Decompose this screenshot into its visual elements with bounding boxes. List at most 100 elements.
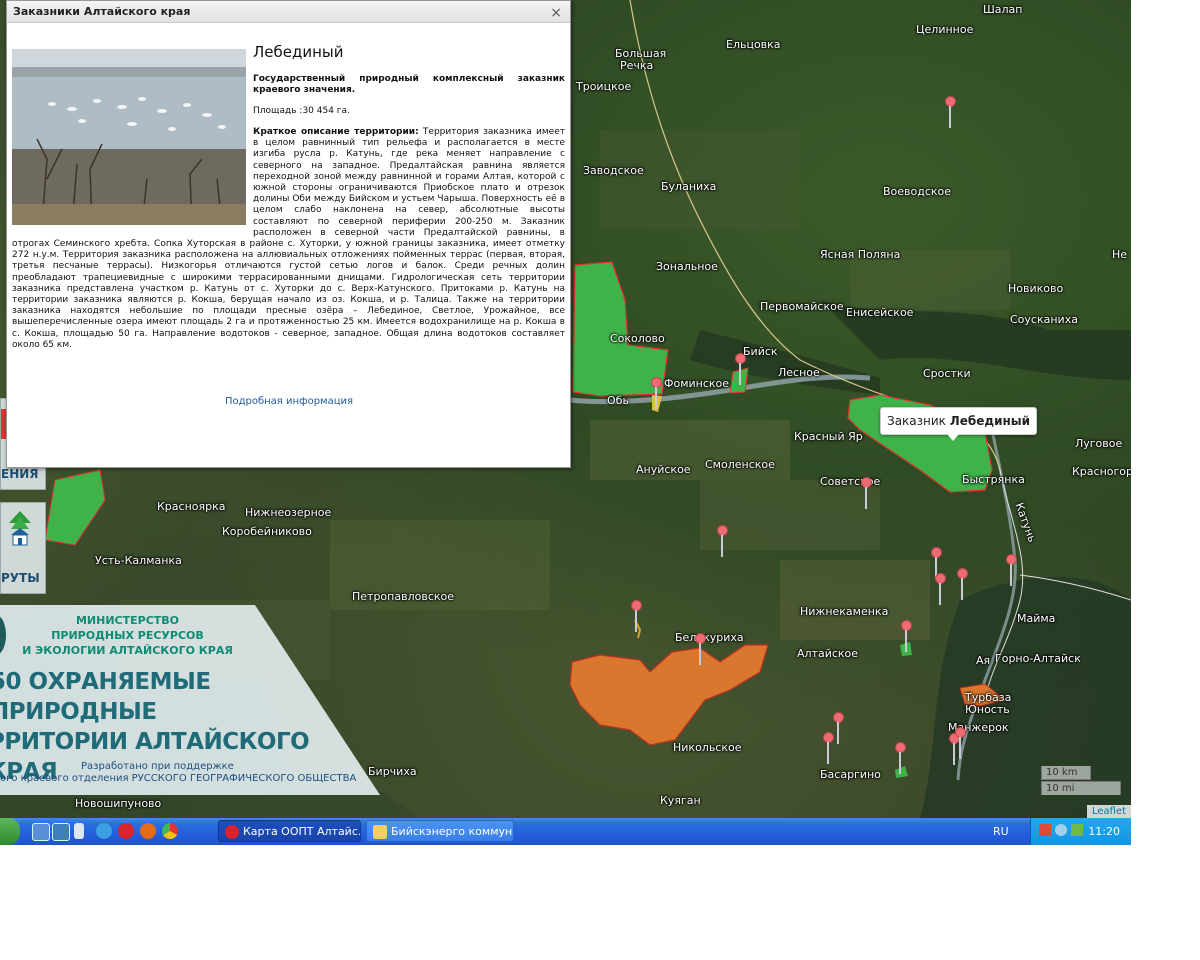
place-label: Горно-Алтайск: [995, 652, 1081, 665]
reserve-area: [572, 261, 669, 397]
routes-label: РУТЫ: [1, 571, 40, 585]
firefox-icon[interactable]: [140, 823, 156, 839]
place-label: Бийск: [743, 345, 778, 358]
reserve-description: Краткое описание территории: Территория …: [12, 127, 565, 351]
ministry-line: МИНИСТЕРСТВО ПРИРОДНЫХ РЕСУРСОВ И ЭКОЛОГ…: [22, 614, 233, 657]
more-info-link[interactable]: Подробная информация: [7, 396, 571, 407]
place-label: Лесное: [778, 366, 820, 379]
place-label: Смоленское: [705, 458, 775, 471]
banner-heading-line1: 50 ОХРАНЯЕМЫЕ ПРИРОДНЫЕ: [0, 669, 211, 725]
place-label: Воеводское: [883, 185, 952, 198]
place-label: Первомайское: [760, 300, 844, 313]
place-label: Нижнеозерное: [245, 506, 332, 519]
chrome-icon[interactable]: [162, 823, 178, 839]
place-label: Петропавловское: [352, 590, 455, 603]
network-icon[interactable]: [96, 823, 112, 839]
place-label: Целинное: [916, 23, 974, 36]
map-marker[interactable]: [954, 568, 970, 602]
scale-mi: 10 mi: [1041, 781, 1121, 795]
task-opera-map[interactable]: Карта ООПТ Алтайс...: [218, 820, 361, 842]
place-label: Енисейское: [846, 306, 914, 319]
banner-support-line2: ого краевого отделения РУССКОГО ГЕОГРАФИ…: [0, 773, 357, 784]
system-tray: 11:20: [1030, 818, 1131, 845]
scale-km: 10 km: [1041, 766, 1091, 780]
map-marker[interactable]: [942, 96, 958, 130]
place-label: Белокуриха: [675, 631, 744, 644]
place-label: Красноярка: [157, 500, 226, 513]
place-label: Майма: [1017, 612, 1056, 625]
place-label: Шалап: [983, 3, 1023, 16]
place-label: Новошипуново: [75, 797, 162, 810]
explorer-icon[interactable]: [52, 823, 70, 841]
tray-app-icon[interactable]: [1039, 824, 1051, 836]
place-label: Не: [1112, 248, 1128, 261]
description-label: Краткое описание территории:: [253, 127, 419, 137]
map-marker[interactable]: [820, 732, 836, 766]
place-label: Соколово: [610, 332, 665, 345]
tooltip-prefix: Заказник: [887, 414, 946, 428]
place-label: Юность: [965, 703, 1010, 716]
map-marker[interactable]: [898, 620, 914, 654]
reserve-info-popup: Заказники Алтайского края × Лебединый Го…: [6, 0, 571, 468]
place-label: Ясная Поляна: [820, 248, 901, 261]
ministry-title: МИНИСТЕРСТВО ПРИРОДНЫХ РЕСУРСОВ И ЭКОЛОГ…: [0, 613, 255, 658]
place-label: Фоминское: [664, 377, 730, 390]
place-label: Новиково: [1008, 282, 1064, 295]
ministry-banner: МИНИСТЕРСТВО ПРИРОДНЫХ РЕСУРСОВ И ЭКОЛОГ…: [0, 605, 380, 795]
language-indicator[interactable]: RU: [993, 818, 1009, 845]
map-marker[interactable]: [732, 353, 748, 387]
place-label: Усть-Калманка: [95, 554, 182, 567]
place-label: Ануйское: [636, 463, 691, 476]
reserve-tooltip: Заказник Лебединый: [880, 407, 1038, 441]
tray-network-icon[interactable]: [1055, 824, 1067, 836]
map-marker[interactable]: [952, 727, 968, 761]
taskbar: Карта ООПТ Алтайс... Бийскэнерго коммун.…: [0, 818, 1131, 845]
show-desktop-icon[interactable]: [32, 823, 50, 841]
clock: 11:20: [1088, 825, 1120, 838]
place-label: Красногор: [1072, 465, 1131, 478]
map-marker[interactable]: [1003, 554, 1019, 588]
map-marker[interactable]: [628, 600, 644, 634]
place-label: Нижнекаменка: [800, 605, 889, 618]
place-label: Обь: [607, 394, 629, 407]
opera-icon[interactable]: [118, 823, 134, 839]
reserve-status: Государственный природный комплексный за…: [253, 74, 565, 95]
place-label: Речка: [620, 59, 654, 72]
layers-label: ЕНИЯ: [1, 467, 39, 481]
place-label: Ая: [976, 654, 991, 667]
folder-icon: [373, 825, 387, 839]
task-label: Бийскэнерго коммун...: [391, 825, 514, 838]
place-label: Зональное: [656, 260, 718, 273]
map-marker[interactable]: [714, 525, 730, 559]
map-marker[interactable]: [858, 477, 874, 511]
place-label: Сростки: [923, 367, 971, 380]
tooltip-name: Лебединый: [949, 414, 1031, 428]
tray-security-icon[interactable]: [1071, 824, 1083, 836]
reserve-area: Площадь :30 454 га.: [253, 106, 350, 116]
task-folder[interactable]: Бийскэнерго коммун...: [366, 820, 514, 842]
map-marker[interactable]: [648, 377, 664, 411]
place-label: Соусканиха: [1010, 313, 1078, 326]
popup-title: Заказники Алтайского края: [7, 1, 570, 23]
place-label: Куяган: [660, 794, 701, 807]
reserve-name: Лебединый: [253, 43, 344, 61]
place-label: Никольское: [673, 741, 742, 754]
close-icon[interactable]: ×: [550, 5, 562, 21]
place-label: Луговое: [1075, 437, 1123, 450]
screen: Шалап Целинное Большая Речка Ельцовка Тр…: [0, 0, 1131, 845]
place-label: Заводское: [583, 164, 644, 177]
task-label: Карта ООПТ Алтайс...: [243, 825, 361, 838]
house-icon: [7, 511, 33, 551]
map-marker[interactable]: [892, 742, 908, 776]
map-marker[interactable]: [932, 573, 948, 607]
attribution-link[interactable]: Leaflet: [1086, 805, 1131, 818]
document-icon[interactable]: [74, 823, 84, 839]
place-label: Красный Яр: [794, 430, 863, 443]
routes-panel[interactable]: РУТЫ: [0, 502, 46, 594]
place-label: Быстрянка: [962, 473, 1025, 486]
place-label: Ельцовка: [726, 38, 781, 51]
place-label: Басаргино: [820, 768, 881, 781]
start-button[interactable]: [0, 818, 20, 845]
map-marker[interactable]: [692, 633, 708, 667]
place-label: Троицкое: [576, 80, 632, 93]
